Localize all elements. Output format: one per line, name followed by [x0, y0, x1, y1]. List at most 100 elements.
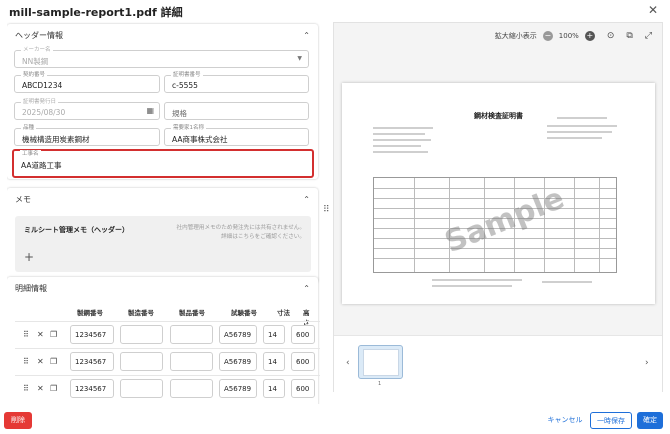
- size-input[interactable]: 14: [263, 379, 285, 398]
- doc-text-line: [432, 285, 512, 287]
- header-info-card: ヘッダー情報 ⌃ メーカー名 NN製鋼 ▼ 契約番号 ABCD1234 証明書番…: [7, 24, 318, 179]
- header-info-head[interactable]: ヘッダー情報 ⌃: [7, 24, 318, 46]
- column-header: 製鋼番号: [77, 309, 103, 317]
- doc-text-line: [373, 127, 433, 129]
- field-value: 規格: [172, 109, 187, 118]
- customer1-field[interactable]: 需要家1名称 AA商事株式会社: [164, 124, 309, 146]
- column-header: 製品番号: [179, 309, 205, 317]
- memo-box: ミルシート管理メモ（ヘッダー） 社内管理用メモのため発注先には共有されません。 …: [15, 216, 311, 272]
- test-no-input[interactable]: A56789: [219, 379, 257, 398]
- doc-text-line: [547, 131, 612, 133]
- height-input[interactable]: 600: [291, 379, 315, 398]
- field-label: 需要家1名称: [171, 124, 206, 132]
- detail-head[interactable]: 明細情報 ⌃: [7, 277, 318, 299]
- doc-title: 鋼材検査証明書: [474, 112, 523, 120]
- contract-no-field[interactable]: 契約番号 ABCD1234: [14, 71, 160, 93]
- issue-date-field[interactable]: 証明書発行日 2025/08/30 ▦: [14, 98, 160, 120]
- drag-handle-icon[interactable]: ⠿: [23, 357, 29, 366]
- confirm-button[interactable]: 確定: [637, 412, 663, 429]
- doc-text-line: [373, 133, 425, 135]
- memo-card: メモ ⌃ ミルシート管理メモ（ヘッダー） 社内管理用メモのため発注先には共有され…: [7, 188, 318, 283]
- memo-head[interactable]: メモ ⌃: [7, 188, 318, 210]
- temp-save-button[interactable]: 一時保存: [590, 412, 632, 429]
- table-row: ⠿ ✕ ❐ 1234567 A56789 14 600: [15, 321, 320, 348]
- page-thumbnail[interactable]: [358, 345, 403, 379]
- height-input[interactable]: 600: [291, 352, 315, 371]
- drag-handle-icon[interactable]: ⠿: [23, 384, 29, 393]
- zoom-label: 拡大縮小表示: [494, 32, 537, 40]
- drag-handle-icon[interactable]: ⠿: [323, 205, 330, 215]
- doc-text-line: [432, 279, 522, 281]
- field-value: AA道路工事: [21, 161, 62, 170]
- mfg-no-input[interactable]: [120, 379, 163, 398]
- spec-field[interactable]: 規格: [164, 102, 309, 120]
- field-label: 契約番号: [21, 71, 48, 79]
- product-no-input[interactable]: [170, 352, 213, 371]
- section-title: メモ: [15, 194, 31, 204]
- size-input[interactable]: 14: [263, 352, 285, 371]
- cancel-button[interactable]: キャンセル: [545, 412, 585, 429]
- field-label: 工事名: [20, 150, 41, 158]
- close-icon[interactable]: ✕: [37, 357, 44, 366]
- chevron-right-icon[interactable]: ›: [645, 358, 649, 368]
- field-value: 機械構造用炭素鋼材: [22, 135, 90, 144]
- section-title: ヘッダー情報: [15, 30, 63, 40]
- test-no-input[interactable]: A56789: [219, 352, 257, 371]
- work-name-field[interactable]: 工事名 AA道路工事: [12, 149, 314, 178]
- doc-text-line: [547, 137, 602, 139]
- chevron-up-icon[interactable]: ⌃: [303, 195, 310, 204]
- memo-title: ミルシート管理メモ（ヘッダー）: [24, 226, 129, 234]
- mfg-no-input[interactable]: [120, 325, 163, 344]
- column-header: 製造番号: [128, 309, 154, 317]
- memo-note-line2[interactable]: 詳細はこちらをご確認ください。: [155, 233, 305, 242]
- test-no-input[interactable]: A56789: [219, 325, 257, 344]
- product-no-input[interactable]: [170, 325, 213, 344]
- page-number: 1: [378, 381, 382, 387]
- memo-note: 社内管理用メモのため発注先には共有されません。 詳細はこちらをご確認ください。: [155, 224, 306, 242]
- product-name-field[interactable]: 品種 機械構造用炭素鋼材: [14, 124, 160, 146]
- copy-icon[interactable]: ❐: [50, 357, 57, 366]
- table-row: ⠿ ✕ ❐ 1234567 A56789 14 600: [15, 348, 320, 375]
- zoom-value: 100%: [558, 32, 579, 40]
- chevron-down-icon: ▼: [297, 55, 302, 62]
- drag-handle-icon[interactable]: ⠿: [23, 330, 29, 339]
- pdf-viewer: 拡大縮小表示 − 100% + ⊙ ⧉ ⤢ 鋼材検査証明書 Sample ‹ 1…: [333, 22, 663, 393]
- field-label: 証明書番号: [171, 71, 203, 79]
- field-label: メーカー名: [21, 46, 53, 54]
- steel-no-input[interactable]: 1234567: [70, 379, 114, 398]
- steel-no-input[interactable]: 1234567: [70, 325, 114, 344]
- chevron-left-icon[interactable]: ‹: [346, 358, 350, 368]
- zoom-out-icon[interactable]: −: [542, 31, 553, 41]
- height-input[interactable]: 600: [291, 325, 315, 344]
- field-label: 品種: [21, 124, 37, 132]
- field-value: NN製鋼: [22, 57, 49, 66]
- open-external-icon[interactable]: ⧉: [626, 31, 632, 41]
- dialog-title: mill-sample-report1.pdf 詳細: [9, 6, 183, 19]
- doc-text-line: [542, 281, 592, 283]
- fullscreen-icon[interactable]: ⤢: [645, 31, 652, 41]
- calendar-icon[interactable]: ▦: [146, 106, 154, 115]
- steel-no-input[interactable]: 1234567: [70, 352, 114, 371]
- doc-text-line: [373, 145, 421, 147]
- chevron-up-icon[interactable]: ⌃: [303, 31, 310, 40]
- focus-icon[interactable]: ⊙: [607, 31, 615, 41]
- doc-text-line: [373, 139, 431, 141]
- add-icon[interactable]: +: [24, 250, 34, 264]
- close-icon[interactable]: ✕: [37, 384, 44, 393]
- field-label: 証明書発行日: [21, 98, 59, 106]
- doc-text-line: [547, 125, 617, 127]
- product-no-input[interactable]: [170, 379, 213, 398]
- chevron-up-icon[interactable]: ⌃: [303, 284, 310, 293]
- left-panel[interactable]: ヘッダー情報 ⌃ メーカー名 NN製鋼 ▼ 契約番号 ABCD1234 証明書番…: [7, 22, 320, 404]
- copy-icon[interactable]: ❐: [50, 384, 57, 393]
- field-value: AA商事株式会社: [172, 135, 228, 144]
- table-row: ⠿ ✕ ❐ 1234567 A56789 14 600: [15, 375, 320, 402]
- delete-button[interactable]: 削除: [4, 412, 32, 429]
- cert-no-field[interactable]: 証明書番号 c-5555: [164, 71, 309, 93]
- close-icon[interactable]: ✕: [648, 3, 658, 17]
- zoom-in-icon[interactable]: +: [584, 31, 595, 41]
- copy-icon[interactable]: ❐: [50, 330, 57, 339]
- size-input[interactable]: 14: [263, 325, 285, 344]
- close-icon[interactable]: ✕: [37, 330, 44, 339]
- mfg-no-input[interactable]: [120, 352, 163, 371]
